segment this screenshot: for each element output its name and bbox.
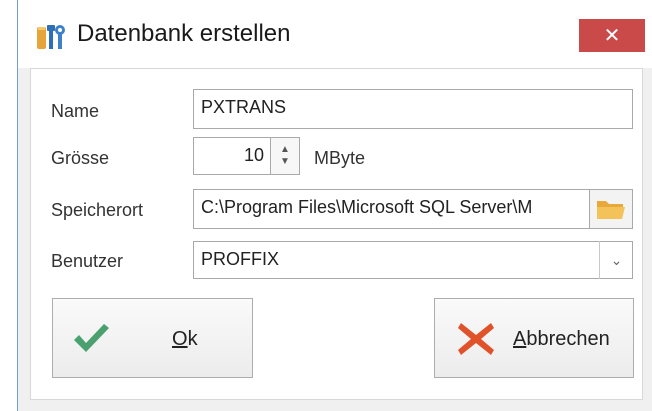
check-icon xyxy=(74,324,109,352)
user-select-value: PROFFIX xyxy=(201,249,280,269)
name-input[interactable]: PXTRANS xyxy=(193,89,633,129)
name-input-value: PXTRANS xyxy=(201,97,287,117)
cancel-label: Abbrechen xyxy=(513,328,610,350)
title-bar[interactable]: Datenbank erstellen ✕ xyxy=(18,0,652,68)
ok-label: Ok xyxy=(172,328,198,350)
size-label: Grösse xyxy=(51,148,110,168)
close-icon: ✕ xyxy=(603,25,621,47)
ok-button[interactable]: Ok xyxy=(52,298,253,378)
close-button[interactable]: ✕ xyxy=(579,19,645,52)
size-spinner[interactable]: ▲ ▼ xyxy=(270,137,300,175)
spin-down-icon[interactable]: ▼ xyxy=(280,156,290,168)
folder-icon xyxy=(597,201,625,219)
browse-folder-button[interactable] xyxy=(589,189,633,229)
database-tools-icon xyxy=(37,25,65,49)
dialog-window: Datenbank erstellen ✕ Name PXTRANS Gröss… xyxy=(17,0,652,411)
cancel-button[interactable]: Abbrechen xyxy=(434,298,634,378)
x-icon xyxy=(458,323,494,355)
user-dropdown-button[interactable]: ⌄ xyxy=(599,241,633,279)
size-unit: MByte xyxy=(314,148,366,168)
chevron-down-icon: ⌄ xyxy=(610,251,623,268)
name-label: Name xyxy=(51,101,100,121)
location-input-value: C:\Program Files\Microsoft SQL Server\M xyxy=(201,197,533,217)
window-title: Datenbank erstellen xyxy=(77,20,291,47)
spin-up-icon[interactable]: ▲ xyxy=(280,144,290,156)
location-label: Speicherort xyxy=(51,200,144,220)
size-input-value: 10 xyxy=(243,145,264,165)
form-panel: Name PXTRANS Grösse 10 ▲ ▼ MByte Speiche… xyxy=(30,68,643,400)
size-input[interactable]: 10 xyxy=(193,137,271,175)
user-label: Benutzer xyxy=(51,251,124,271)
user-select[interactable]: PROFFIX xyxy=(193,241,633,279)
location-input[interactable]: C:\Program Files\Microsoft SQL Server\M xyxy=(193,189,590,229)
